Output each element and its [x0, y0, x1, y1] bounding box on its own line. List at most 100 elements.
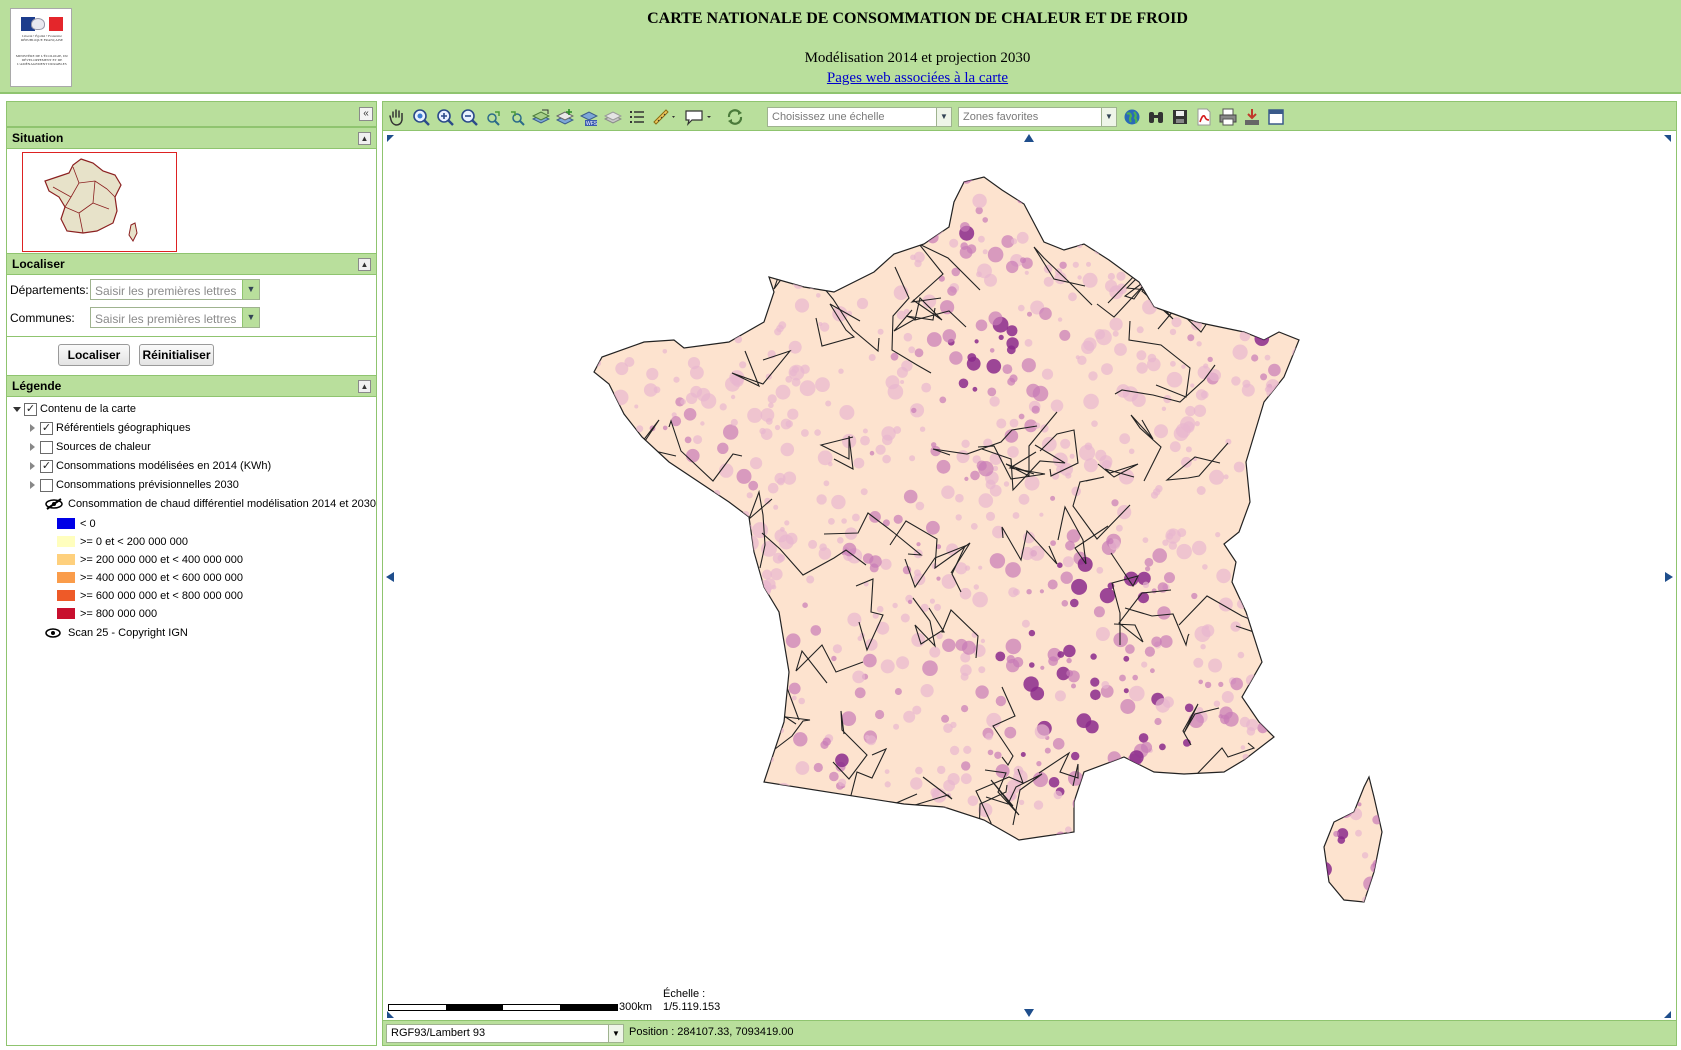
collapsed-arrow-icon[interactable]: [30, 481, 35, 489]
map-toolbar: WFS Choisissez une échelle ▼ Zones favor…: [383, 102, 1676, 131]
cursor-position: Position : 284107.33, 7093419.00: [629, 1026, 794, 1038]
print-icon[interactable]: [1219, 108, 1237, 126]
france-overview-icon: [44, 158, 138, 242]
overview-map[interactable]: [22, 152, 177, 252]
legend-class-label: >= 600 000 000 et < 800 000 000: [80, 590, 244, 602]
tree-node-conso-2030[interactable]: Consommations prévisionnelles 2030: [7, 477, 376, 496]
root-label: Contenu de la carte: [40, 403, 137, 415]
projection-select[interactable]: RGF93/Lambert 93 ▼: [386, 1024, 624, 1043]
communes-input[interactable]: Saisir les premières lettres ▼: [90, 307, 260, 328]
legend-class-label: >= 200 000 000 et < 400 000 000: [80, 554, 244, 566]
tree-node-label: Sources de chaleur: [56, 441, 151, 453]
projection-value: RGF93/Lambert 93: [391, 1027, 486, 1039]
legend-class: >= 800 000 000: [7, 605, 376, 623]
departements-input[interactable]: Saisir les premières lettres ▼: [90, 279, 260, 300]
scan25-layer: Scan 25 - Copyright IGN: [7, 625, 376, 644]
tree-node-sources[interactable]: Sources de chaleur: [7, 439, 376, 458]
legend-class-label: >= 800 000 000: [80, 608, 158, 620]
save-icon[interactable]: [1171, 108, 1189, 126]
conso-2030-checkbox[interactable]: [40, 479, 53, 492]
localiser-panel: Départements: Saisir les premières lettr…: [7, 275, 376, 337]
legend-swatch: [57, 554, 75, 565]
france-consumption-map[interactable]: [384, 132, 1675, 1020]
svg-text:WFS: WFS: [586, 121, 598, 126]
collapse-panel-button[interactable]: «: [359, 107, 373, 121]
map-canvas[interactable]: 300km Échelle : 1/5.119.153: [384, 132, 1675, 1020]
localiser-title: Localiser: [12, 257, 65, 271]
echelle-value: 1/5.119.153: [663, 1001, 721, 1013]
referentiels-checkbox[interactable]: ✓: [40, 422, 53, 435]
zoom-in-icon[interactable]: [436, 108, 454, 126]
zoom-out-icon[interactable]: [460, 108, 478, 126]
legend-class-label: >= 0 et < 200 000 000: [80, 536, 188, 548]
communes-label: Communes:: [10, 311, 75, 325]
window-icon[interactable]: [1267, 108, 1285, 126]
layers-hide-icon[interactable]: [604, 108, 622, 126]
map-panel: WFS Choisissez une échelle ▼ Zones favor…: [382, 101, 1677, 1046]
situation-toggle-icon[interactable]: ▲: [358, 132, 371, 145]
localiser-button[interactable]: Localiser: [58, 344, 130, 366]
situation-title: Situation: [12, 131, 64, 145]
status-bar: RGF93/Lambert 93 ▼ Position : 284107.33,…: [383, 1020, 1676, 1045]
hidden-eye-icon[interactable]: [45, 498, 63, 510]
legend-class: < 0: [7, 515, 376, 533]
scale-placeholder: Choisissez une échelle: [772, 111, 885, 123]
expanded-arrow-icon[interactable]: [13, 407, 21, 412]
conso-2014-checkbox[interactable]: ✓: [40, 460, 53, 473]
associated-pages-link[interactable]: Pages web associées à la carte: [827, 70, 1008, 86]
legend-class: >= 0 et < 200 000 000: [7, 533, 376, 551]
collapsed-arrow-icon[interactable]: [30, 424, 35, 432]
pan-icon[interactable]: [388, 108, 406, 126]
page-title: CARTE NATIONALE DE CONSOMMATION DE CHALE…: [647, 10, 1188, 27]
departements-dropdown-icon[interactable]: ▼: [242, 280, 259, 299]
measure-icon[interactable]: [652, 108, 678, 126]
tree-node-referentiels[interactable]: ✓ Référentiels géographiques: [7, 420, 376, 439]
localiser-toggle-icon[interactable]: ▲: [358, 258, 371, 271]
next-view-icon[interactable]: [508, 108, 526, 126]
legend-swatch: [57, 608, 75, 619]
situation-header[interactable]: Situation ▲: [7, 127, 376, 149]
scale-select[interactable]: Choisissez une échelle ▼: [767, 107, 952, 127]
download-icon[interactable]: [1243, 108, 1261, 126]
communes-dropdown-icon[interactable]: ▼: [242, 308, 259, 327]
legend-class: >= 200 000 000 et < 400 000 000: [7, 551, 376, 569]
departements-placeholder: Saisir les premières lettres: [95, 284, 237, 298]
zones-select[interactable]: Zones favorites ▼: [958, 107, 1117, 127]
pdf-icon[interactable]: [1195, 108, 1213, 126]
legende-toggle-icon[interactable]: ▲: [358, 380, 371, 393]
departements-label: Départements:: [10, 283, 89, 297]
left-panel-header: «: [7, 102, 376, 127]
tree-node-root[interactable]: ✓ Contenu de la carte: [7, 401, 376, 420]
collapsed-arrow-icon[interactable]: [30, 462, 35, 470]
binoculars-icon[interactable]: [1147, 108, 1165, 126]
zoom-extent-icon[interactable]: [412, 108, 430, 126]
legend-swatch: [57, 518, 75, 529]
tree-node-label: Consommations modélisées en 2014 (KWh): [56, 460, 272, 472]
root-checkbox[interactable]: ✓: [24, 403, 37, 416]
page-subtitle: Modélisation 2014 et projection 2030: [804, 50, 1031, 66]
collapsed-arrow-icon[interactable]: [30, 443, 35, 451]
sources-checkbox[interactable]: [40, 441, 53, 454]
legend-class: >= 400 000 000 et < 600 000 000: [7, 569, 376, 587]
globe-icon[interactable]: [1123, 108, 1141, 126]
list-icon[interactable]: [628, 108, 646, 126]
visible-eye-icon[interactable]: [45, 628, 61, 638]
localiser-header[interactable]: Localiser ▲: [7, 253, 376, 275]
layers-icon[interactable]: [532, 108, 550, 126]
scale-dropdown-icon[interactable]: ▼: [936, 108, 951, 126]
tree-node-conso-2014[interactable]: ✓ Consommations modélisées en 2014 (KWh): [7, 458, 376, 477]
wfs-icon[interactable]: WFS: [580, 108, 598, 126]
scale-bar: [388, 1004, 618, 1011]
refresh-icon[interactable]: [726, 108, 744, 126]
projection-dropdown-icon[interactable]: ▼: [608, 1025, 623, 1042]
zones-dropdown-icon[interactable]: ▼: [1101, 108, 1116, 126]
legende-header[interactable]: Légende ▲: [7, 375, 376, 397]
comment-icon[interactable]: [684, 108, 714, 126]
layers-add-icon[interactable]: [556, 108, 574, 126]
previous-view-icon[interactable]: [484, 108, 502, 126]
echelle-readout: Échelle : 1/5.119.153: [663, 988, 720, 1014]
reset-button[interactable]: Réinitialiser: [139, 344, 214, 366]
legende-panel: ✓ Contenu de la carte ✓ Référentiels géo…: [7, 397, 376, 644]
left-panel: « Situation ▲ Localiser ▲ Départements: …: [6, 101, 377, 1046]
zones-placeholder: Zones favorites: [963, 111, 1039, 123]
